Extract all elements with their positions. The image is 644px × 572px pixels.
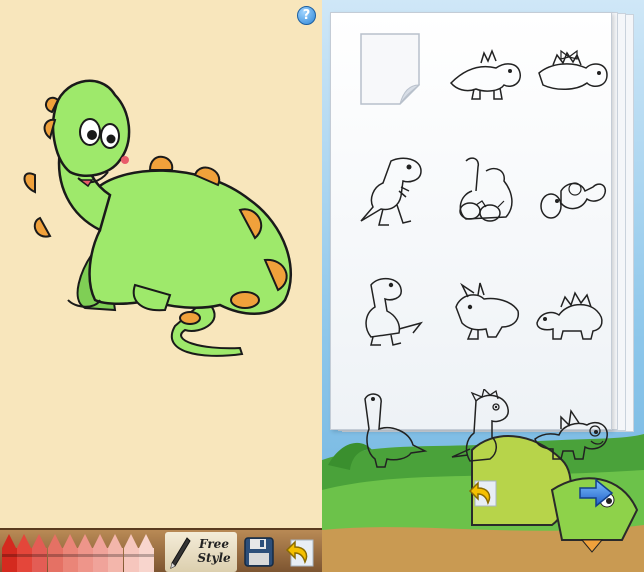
crayon-band — [47, 554, 63, 557]
crayon-body — [93, 548, 109, 572]
crayon-body — [62, 548, 78, 572]
thumbnail-triceratops[interactable] — [446, 271, 526, 351]
undo-arrow-icon — [468, 480, 497, 507]
crayon-body — [47, 548, 63, 572]
crayon-body — [123, 548, 139, 572]
dinosaur-outline-icon — [459, 157, 513, 222]
dinosaur-outline-icon — [534, 408, 608, 460]
undo-button[interactable] — [281, 536, 315, 568]
blank-page-thumbnail[interactable] — [360, 33, 421, 105]
crayon-band — [32, 554, 48, 557]
crayon-8[interactable] — [108, 534, 124, 572]
thumbnail-trex-standing[interactable] — [351, 271, 431, 351]
crayon-tip — [93, 534, 108, 548]
crayon-tip — [2, 534, 16, 548]
dinosaur-outline-icon — [451, 387, 509, 462]
crayon-body — [17, 548, 33, 572]
crayon-tip — [108, 534, 123, 548]
crayon-1[interactable] — [2, 534, 17, 572]
thumbnail-brontosaurus[interactable] — [351, 389, 431, 469]
crayon-band — [78, 554, 93, 557]
dinosaur-outline-icon — [449, 48, 521, 100]
colored-dinosaur-image[interactable] — [0, 0, 322, 528]
dinosaur-outline-icon — [538, 49, 608, 90]
question-mark-icon: ? — [302, 8, 311, 23]
crayon-body — [2, 548, 17, 572]
freestyle-button[interactable]: Free Style — [165, 532, 237, 572]
crayon-tip — [138, 534, 153, 548]
crayon-tray — [0, 530, 155, 572]
dinosaur-outline-icon — [536, 291, 603, 340]
crayon-tip — [17, 534, 32, 548]
crayon-body — [108, 548, 124, 572]
help-button[interactable]: ? — [297, 6, 316, 25]
crayon-3[interactable] — [32, 534, 48, 572]
save-button[interactable] — [243, 536, 275, 568]
crayon-tip — [78, 534, 92, 548]
crayon-tip — [47, 534, 62, 548]
crayon-body — [138, 548, 154, 572]
crayon-band — [108, 554, 124, 557]
pen-icon — [170, 537, 191, 569]
thumbnail-stegosaurus[interactable] — [531, 271, 611, 351]
next-page-button[interactable] — [578, 478, 614, 508]
thumbnail-stegosaurus-bow[interactable] — [531, 33, 611, 113]
next-arrow-icon — [579, 478, 614, 508]
undo-arrow-icon — [285, 539, 314, 567]
crayon-band — [93, 554, 109, 557]
thumbnail-dino-eggs[interactable] — [531, 151, 611, 231]
freestyle-label: Free Style — [197, 537, 231, 565]
bottom-toolbar: Free Style — [0, 528, 322, 572]
crayon-band — [62, 554, 78, 557]
dinosaur-outline-icon — [455, 282, 520, 340]
crayon-band — [17, 554, 33, 557]
thumbnail-dino-family[interactable] — [446, 151, 526, 231]
crayon-2[interactable] — [17, 534, 33, 572]
crayon-7[interactable] — [93, 534, 109, 572]
thumbnail-trex-running[interactable] — [351, 151, 431, 231]
dinosaur-outline-icon — [365, 277, 424, 346]
dinosaur-outline-icon — [360, 157, 422, 226]
dinosaur-outline-icon — [364, 393, 428, 468]
crayon-body — [78, 548, 93, 572]
dinosaur-outline-icon — [540, 182, 607, 219]
crayon-tip — [123, 534, 138, 548]
floppy-disk-icon — [244, 537, 274, 567]
crayon-tip — [32, 534, 47, 548]
thumbnail-trex-spiky[interactable] — [446, 387, 526, 469]
coloring-page-gallery — [330, 12, 612, 468]
crayon-9[interactable] — [123, 534, 139, 572]
crayon-band — [2, 554, 17, 557]
thumbnail-triceratops-baby[interactable] — [446, 33, 526, 113]
crayon-body — [32, 548, 48, 572]
crayon-tip — [62, 534, 77, 548]
gallery-undo-button[interactable] — [466, 478, 498, 508]
crayon-4[interactable] — [47, 534, 63, 572]
crayon-band — [123, 554, 139, 557]
coloring-canvas[interactable]: ? — [0, 0, 322, 528]
crayon-5[interactable] — [62, 534, 78, 572]
crayon-10[interactable] — [138, 534, 154, 572]
crayon-6[interactable] — [78, 534, 93, 572]
blank-page-icon — [360, 33, 421, 105]
crayon-band — [138, 554, 154, 557]
thumbnail-stegosaurus-smiling[interactable] — [531, 389, 611, 469]
